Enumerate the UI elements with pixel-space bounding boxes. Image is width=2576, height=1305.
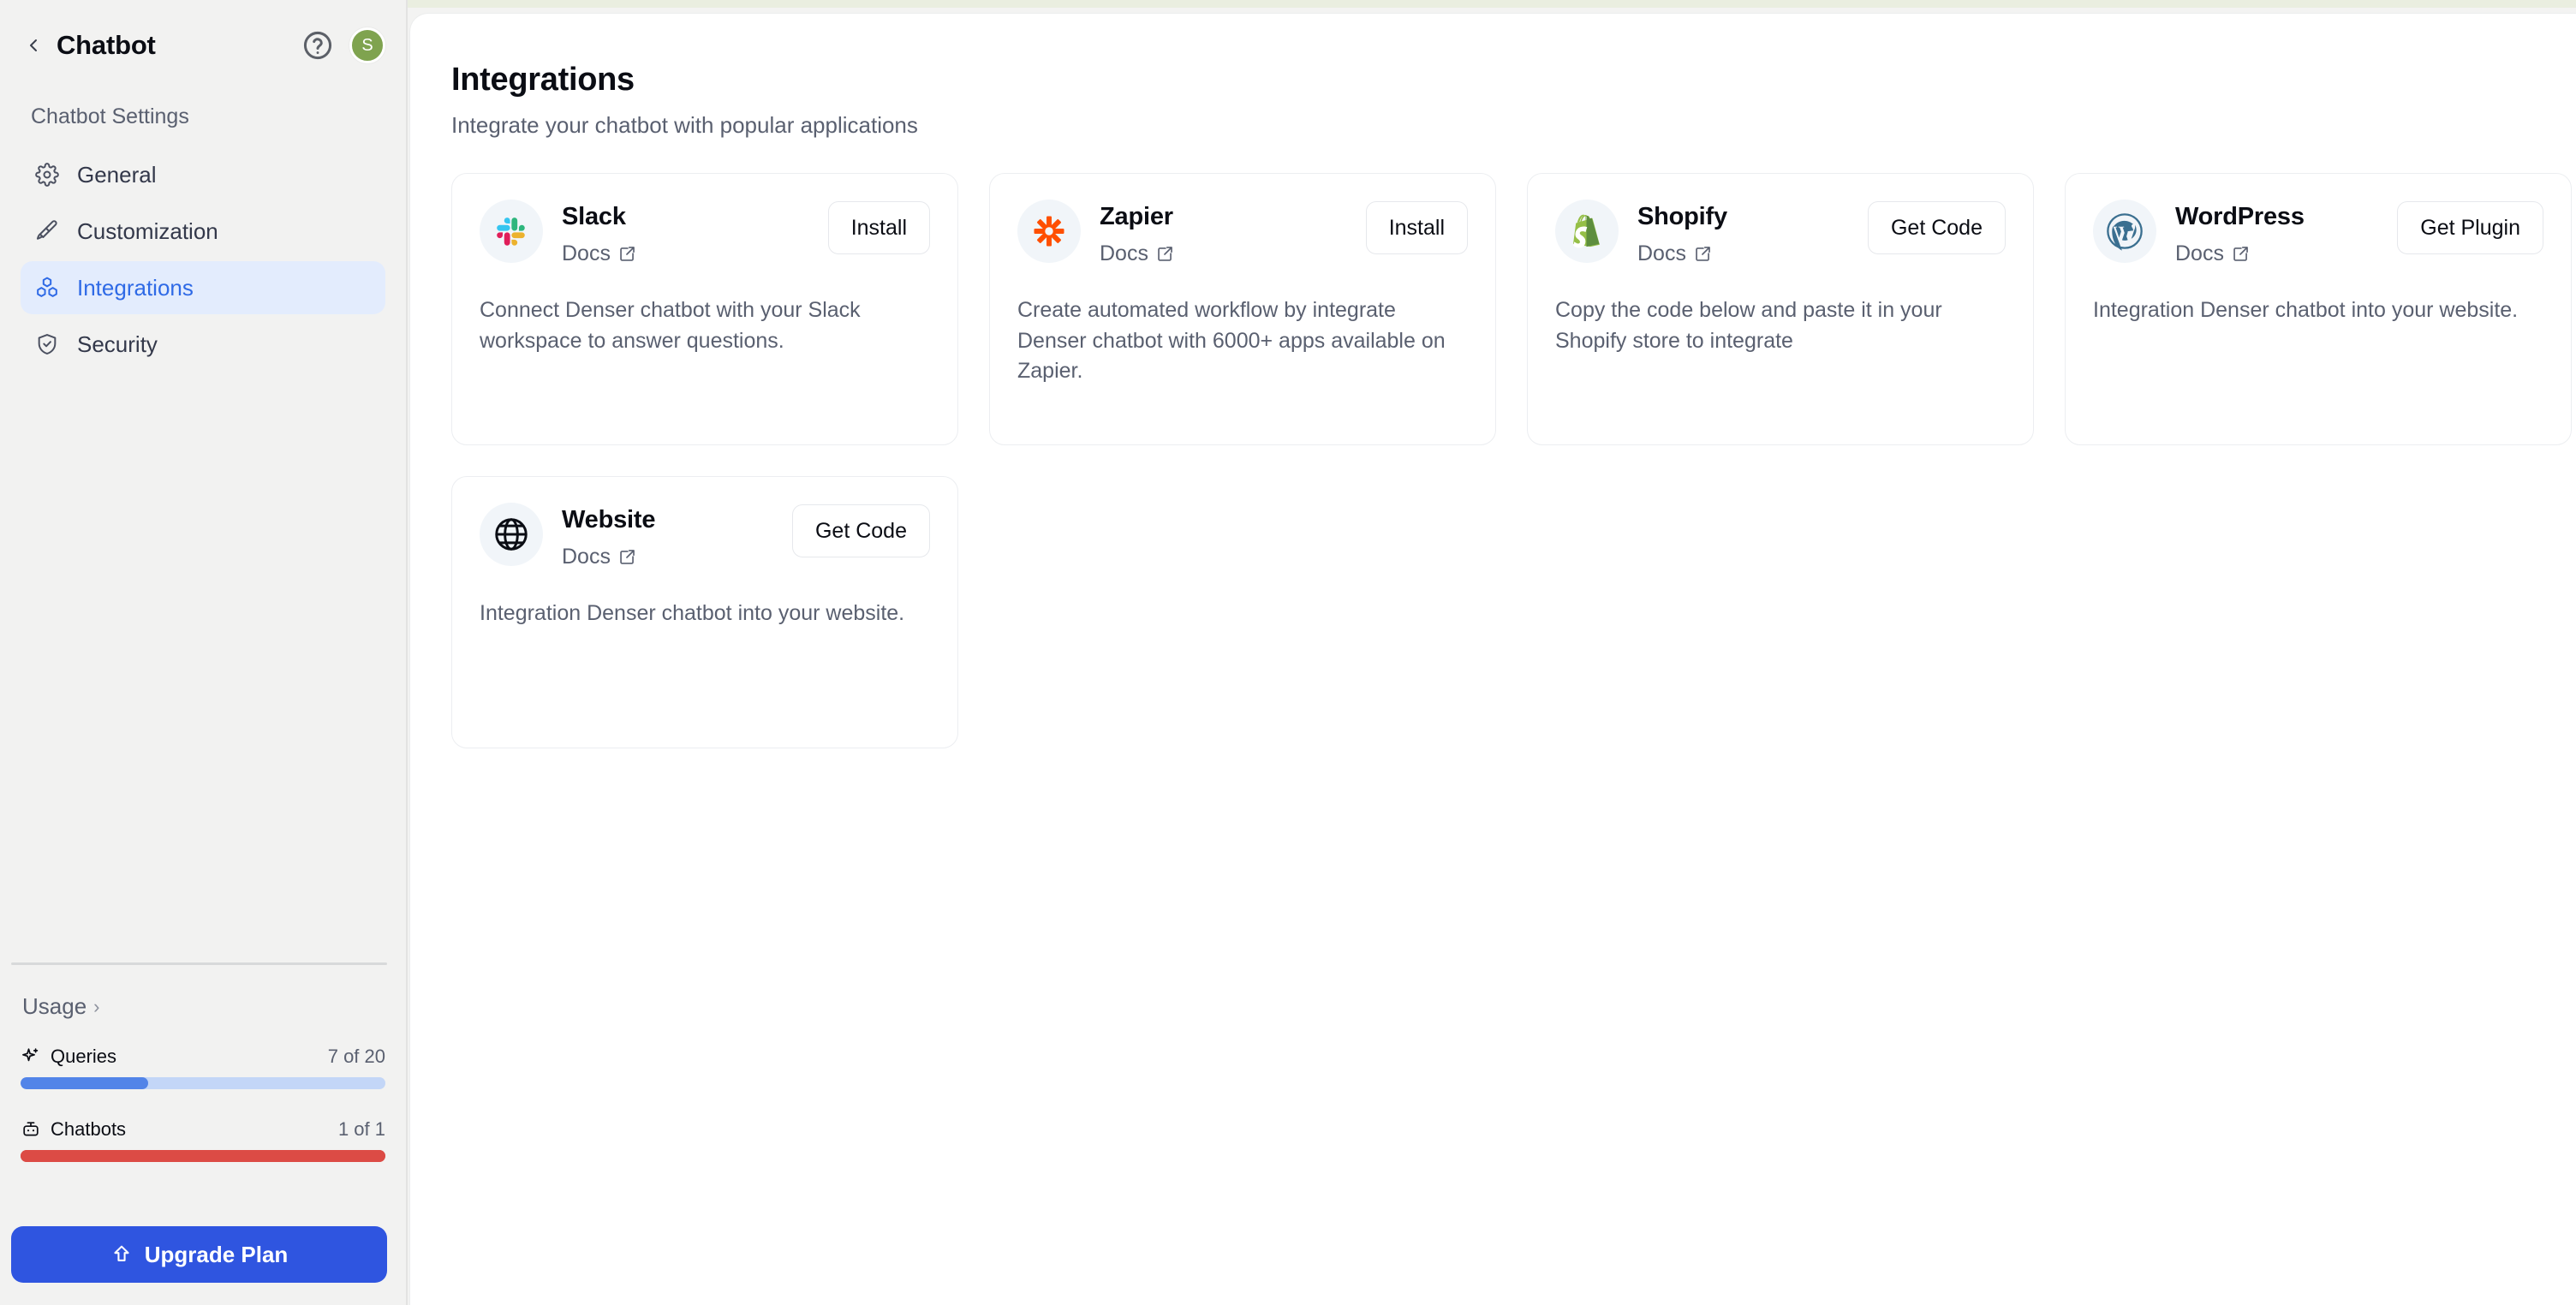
card-title: Shopify <box>1637 203 1727 230</box>
sidebar-item-label: Security <box>77 331 158 357</box>
avatar[interactable]: S <box>349 27 385 63</box>
sidebar-header-actions: S <box>301 27 385 63</box>
slack-logo-icon <box>480 200 543 263</box>
card-description: Connect Denser chatbot with your Slack w… <box>480 298 861 353</box>
card-title: Slack <box>562 203 626 230</box>
sidebar-item-customization[interactable]: Customization <box>21 205 385 258</box>
usage-meter-label: Queries <box>51 1046 117 1067</box>
sidebar-divider <box>11 962 387 965</box>
chevron-left-icon[interactable] <box>21 33 46 58</box>
sidebar-nav: General Customization Integrations Secur… <box>21 148 385 371</box>
external-link-icon <box>1156 245 1174 263</box>
get-plugin-button-wordpress[interactable]: Get Plugin <box>2397 201 2543 254</box>
sidebar-item-label: General <box>77 162 157 188</box>
card-description: Create automated workflow by integrate D… <box>1017 298 1446 383</box>
docs-label: Docs <box>562 241 611 265</box>
install-button-slack[interactable]: Install <box>827 201 930 254</box>
sidebar-item-security[interactable]: Security <box>21 318 385 371</box>
paintbrush-icon <box>34 218 60 244</box>
sidebar-item-integrations[interactable]: Integrations <box>21 261 385 314</box>
card-description: Integration Denser chatbot into your web… <box>2093 298 2519 322</box>
usage-header[interactable]: Usage › <box>21 993 385 1020</box>
external-link-icon <box>1694 245 1712 263</box>
wordpress-logo-icon <box>2093 200 2156 263</box>
progress-bar-queries <box>21 1077 385 1089</box>
card-meta: Zapier Docs <box>1100 200 1174 266</box>
integration-card-zapier: Zapier Docs Install Create automated wor… <box>989 173 1496 445</box>
robot-icon <box>21 1118 43 1141</box>
shield-check-icon <box>34 331 60 357</box>
docs-label: Docs <box>1637 241 1686 265</box>
sidebar-header: Chatbot S <box>21 0 385 86</box>
integrations-grid: Slack Docs Install Connect Denser chatbo… <box>451 173 2572 748</box>
usage-section: Usage › Queries 7 of 20 Chatbots 1 of 1 <box>21 993 385 1162</box>
blocks-icon <box>34 275 60 301</box>
sidebar-section-label: Chatbot Settings <box>31 104 189 128</box>
usage-meter-row: Chatbots 1 of 1 <box>21 1118 385 1141</box>
arrow-up-icon <box>110 1243 133 1266</box>
chevron-right-icon: › <box>93 995 100 1017</box>
gear-icon <box>34 162 60 188</box>
card-header: Zapier Docs Install <box>1017 200 1468 266</box>
get-code-button-shopify[interactable]: Get Code <box>1867 201 2006 254</box>
usage-meter-value: 1 of 1 <box>337 1118 385 1140</box>
usage-label: Usage <box>22 993 87 1019</box>
card-header: Shopify Docs Get Code <box>1555 200 2006 266</box>
card-header: WordPress Docs Get Plugin <box>2093 200 2543 266</box>
usage-meter-queries: Queries 7 of 20 <box>21 1046 385 1089</box>
docs-label: Docs <box>1100 241 1148 265</box>
integration-card-shopify: Shopify Docs Get Code Copy the code belo… <box>1527 173 2034 445</box>
upgrade-plan-button[interactable]: Upgrade Plan <box>11 1226 387 1283</box>
card-meta: Slack Docs <box>562 200 636 266</box>
help-circle-icon[interactable] <box>301 29 334 62</box>
docs-link[interactable]: Docs <box>1637 241 1712 266</box>
get-code-button-website[interactable]: Get Code <box>791 504 930 557</box>
card-description: Integration Denser chatbot into your web… <box>480 601 905 625</box>
integration-card-wordpress: WordPress Docs Get Plugin Integration De… <box>2065 173 2572 445</box>
page-title: Chatbot <box>57 30 156 60</box>
card-header: Slack Docs Install <box>480 200 930 266</box>
usage-meter-row: Queries 7 of 20 <box>21 1046 385 1068</box>
content-subtitle: Integrate your chatbot with popular appl… <box>451 112 918 138</box>
install-button-zapier[interactable]: Install <box>1365 201 1468 254</box>
card-header: Website Docs Get Code <box>480 503 930 569</box>
progress-bar-chatbots <box>21 1150 385 1162</box>
app-root: Chatbot S Chatbot Settings General Custo… <box>0 0 2576 1305</box>
zapier-logo-icon <box>1017 200 1081 263</box>
external-link-icon <box>618 245 636 263</box>
globe-icon <box>480 503 543 566</box>
integration-card-slack: Slack Docs Install Connect Denser chatbo… <box>451 173 958 445</box>
integration-card-website: Website Docs Get Code Integration Denser… <box>451 476 958 748</box>
external-link-icon <box>2232 245 2250 263</box>
docs-link[interactable]: Docs <box>562 241 636 266</box>
sparkle-icon <box>21 1046 43 1068</box>
upgrade-plan-label: Upgrade Plan <box>144 1241 289 1267</box>
docs-link[interactable]: Docs <box>2175 241 2250 266</box>
docs-label: Docs <box>562 545 611 569</box>
content-title: Integrations <box>451 62 635 98</box>
card-meta: Shopify Docs <box>1637 200 1727 266</box>
card-title: Zapier <box>1100 203 1173 230</box>
card-description: Copy the code below and paste it in your… <box>1555 298 1942 353</box>
main-content: Integrations Integrate your chatbot with… <box>409 13 2576 1305</box>
usage-meter-label: Chatbots <box>51 1118 127 1140</box>
usage-meter-value: 7 of 20 <box>327 1046 385 1067</box>
docs-label: Docs <box>2175 241 2224 265</box>
progress-bar-fill <box>21 1077 149 1089</box>
sidebar-item-label: Customization <box>77 218 218 244</box>
sidebar: Chatbot S Chatbot Settings General Custo… <box>0 0 408 1305</box>
progress-bar-fill <box>21 1150 385 1162</box>
sidebar-item-label: Integrations <box>77 275 194 301</box>
external-link-icon <box>618 548 636 566</box>
card-title: Website <box>562 506 656 533</box>
docs-link[interactable]: Docs <box>1100 241 1174 266</box>
card-meta: Website Docs <box>562 503 655 569</box>
docs-link[interactable]: Docs <box>562 545 636 569</box>
usage-meter-chatbots: Chatbots 1 of 1 <box>21 1118 385 1162</box>
card-meta: WordPress Docs <box>2175 200 2305 266</box>
shopify-logo-icon <box>1555 200 1619 263</box>
card-title: WordPress <box>2175 203 2305 230</box>
sidebar-item-general[interactable]: General <box>21 148 385 201</box>
